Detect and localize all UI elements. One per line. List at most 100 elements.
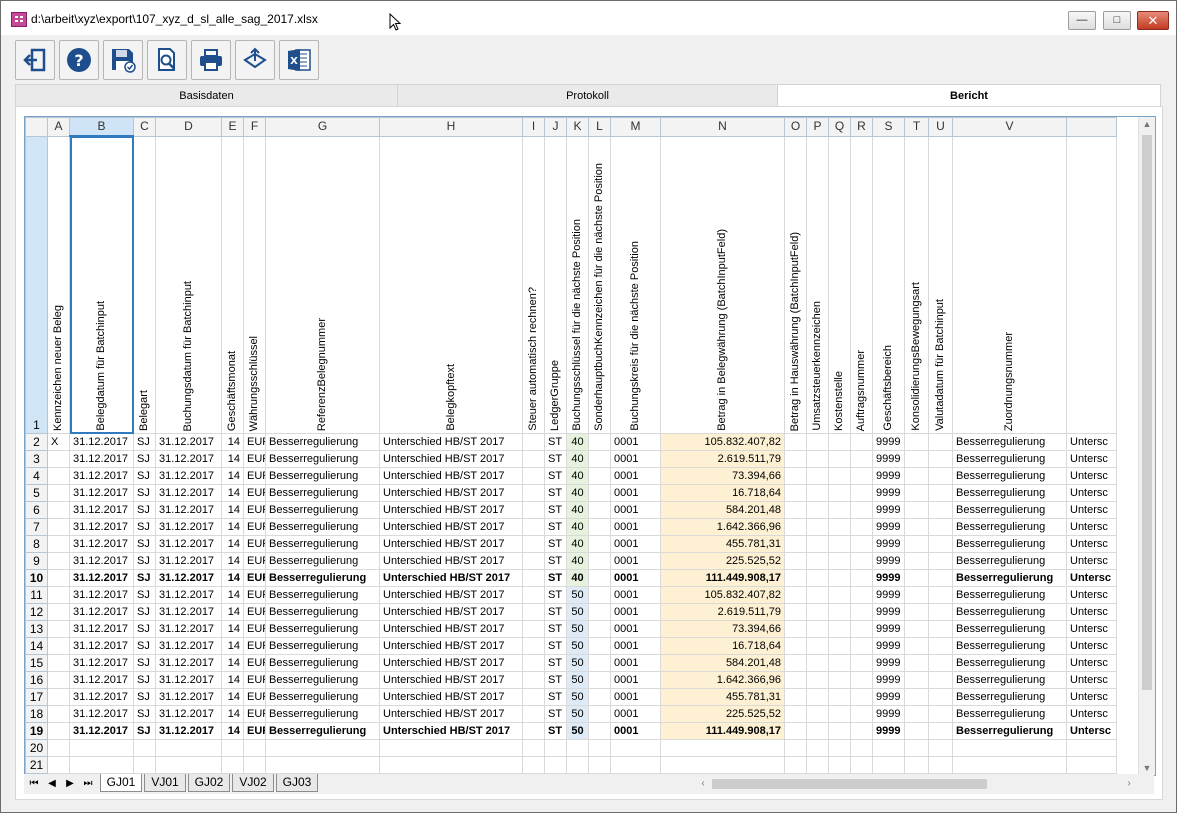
table-cell[interactable]: [828, 518, 851, 536]
table-cell[interactable]: [828, 552, 851, 570]
table-cell[interactable]: [588, 586, 611, 604]
table-cell[interactable]: [928, 484, 953, 502]
table-cell[interactable]: [828, 671, 851, 689]
table-cell[interactable]: 50: [566, 620, 589, 638]
table-cell[interactable]: 14: [221, 722, 244, 740]
table-cell[interactable]: Untersc: [1066, 620, 1117, 638]
table-cell[interactable]: [522, 569, 545, 587]
table-cell[interactable]: Untersc: [1066, 603, 1117, 621]
table-cell[interactable]: 14: [221, 620, 244, 638]
table-cell[interactable]: 0001: [610, 501, 661, 519]
table-cell[interactable]: 14: [221, 484, 244, 502]
table-cell[interactable]: Besserregulierung: [265, 501, 380, 519]
table-cell[interactable]: [522, 518, 545, 536]
table-cell[interactable]: [522, 620, 545, 638]
table-cell[interactable]: Besserregulierung: [265, 484, 380, 502]
table-cell[interactable]: [904, 688, 929, 706]
table-cell[interactable]: [544, 739, 567, 757]
table-cell[interactable]: 40: [566, 535, 589, 553]
table-cell[interactable]: 50: [566, 722, 589, 740]
table-cell[interactable]: ST: [544, 603, 567, 621]
table-cell[interactable]: EUR: [243, 722, 266, 740]
table-cell[interactable]: [828, 722, 851, 740]
table-cell[interactable]: 31.12.2017: [155, 450, 222, 468]
table-cell[interactable]: 111.449.908,17: [660, 569, 785, 587]
field-header-cell[interactable]: KonsolidierungsBewegungsart: [904, 135, 929, 434]
table-cell[interactable]: Untersc: [1066, 518, 1117, 536]
table-cell[interactable]: [784, 501, 807, 519]
table-cell[interactable]: [588, 688, 611, 706]
table-cell[interactable]: 31.12.2017: [69, 484, 134, 502]
row-header[interactable]: 1: [25, 135, 48, 434]
table-cell[interactable]: [806, 586, 829, 604]
table-cell[interactable]: [806, 756, 829, 774]
table-cell[interactable]: Untersc: [1066, 654, 1117, 672]
table-cell[interactable]: 0001: [610, 586, 661, 604]
table-cell[interactable]: Besserregulierung: [265, 603, 380, 621]
table-cell[interactable]: 31.12.2017: [69, 569, 134, 587]
table-cell[interactable]: 14: [221, 467, 244, 485]
table-cell[interactable]: ST: [544, 654, 567, 672]
table-cell[interactable]: ST: [544, 552, 567, 570]
table-cell[interactable]: 0001: [610, 688, 661, 706]
table-cell[interactable]: SJ: [133, 722, 156, 740]
table-cell[interactable]: EUR: [243, 569, 266, 587]
table-cell[interactable]: Besserregulierung: [265, 518, 380, 536]
scroll-right-icon[interactable]: ›: [1122, 776, 1136, 791]
table-cell[interactable]: Besserregulierung: [952, 620, 1067, 638]
table-cell[interactable]: 50: [566, 705, 589, 723]
table-cell[interactable]: [806, 518, 829, 536]
table-cell[interactable]: [806, 484, 829, 502]
table-cell[interactable]: ST: [544, 467, 567, 485]
table-cell[interactable]: 9999: [872, 518, 905, 536]
table-cell[interactable]: [47, 620, 70, 638]
table-cell[interactable]: [47, 756, 70, 774]
column-header-g[interactable]: G: [265, 117, 380, 137]
table-cell[interactable]: [784, 450, 807, 468]
table-cell[interactable]: [806, 552, 829, 570]
table-cell[interactable]: 2.619.511,79: [660, 450, 785, 468]
table-cell[interactable]: 9999: [872, 705, 905, 723]
table-cell[interactable]: Unterschied HB/ST 2017: [379, 552, 523, 570]
table-cell[interactable]: 40: [566, 484, 589, 502]
table-cell[interactable]: [47, 739, 70, 757]
table-cell[interactable]: 31.12.2017: [69, 654, 134, 672]
table-cell[interactable]: Besserregulierung: [952, 433, 1067, 451]
table-cell[interactable]: [928, 739, 953, 757]
table-cell[interactable]: ST: [544, 484, 567, 502]
table-cell[interactable]: [784, 518, 807, 536]
table-cell[interactable]: 14: [221, 518, 244, 536]
table-cell[interactable]: [522, 467, 545, 485]
table-cell[interactable]: 31.12.2017: [69, 433, 134, 451]
table-cell[interactable]: [47, 671, 70, 689]
table-cell[interactable]: 9999: [872, 501, 905, 519]
table-cell[interactable]: [952, 756, 1067, 774]
table-cell[interactable]: Untersc: [1066, 467, 1117, 485]
table-cell[interactable]: [928, 654, 953, 672]
table-cell[interactable]: Besserregulierung: [265, 552, 380, 570]
table-cell[interactable]: [904, 620, 929, 638]
table-cell[interactable]: Unterschied HB/ST 2017: [379, 603, 523, 621]
table-cell[interactable]: [904, 484, 929, 502]
column-header-c[interactable]: C: [133, 117, 156, 137]
table-cell[interactable]: [904, 654, 929, 672]
table-cell[interactable]: 50: [566, 671, 589, 689]
last-sheet-icon[interactable]: ⏭: [80, 776, 96, 792]
table-cell[interactable]: Besserregulierung: [265, 654, 380, 672]
table-cell[interactable]: [806, 433, 829, 451]
row-header[interactable]: 8: [25, 535, 48, 553]
table-cell[interactable]: Untersc: [1066, 484, 1117, 502]
table-cell[interactable]: [850, 433, 873, 451]
sheet-tab-gj03[interactable]: GJ03: [276, 774, 318, 792]
table-cell[interactable]: Besserregulierung: [952, 586, 1067, 604]
column-header-v[interactable]: V: [952, 117, 1067, 137]
table-cell[interactable]: SJ: [133, 484, 156, 502]
table-cell[interactable]: [588, 433, 611, 451]
table-cell[interactable]: [784, 688, 807, 706]
table-cell[interactable]: [904, 671, 929, 689]
minimize-button[interactable]: —: [1068, 11, 1096, 30]
table-cell[interactable]: 31.12.2017: [69, 535, 134, 553]
table-cell[interactable]: 14: [221, 671, 244, 689]
table-cell[interactable]: [828, 450, 851, 468]
table-cell[interactable]: SJ: [133, 586, 156, 604]
